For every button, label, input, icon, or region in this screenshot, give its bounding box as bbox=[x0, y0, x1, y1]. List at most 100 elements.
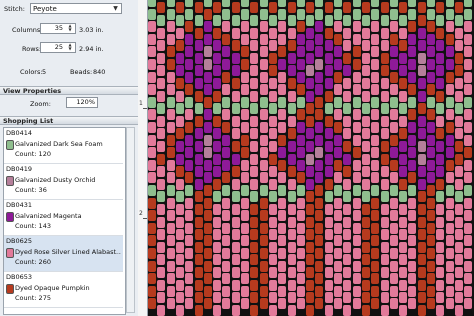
bead[interactable] bbox=[334, 197, 343, 209]
bead[interactable] bbox=[306, 27, 315, 39]
bead[interactable] bbox=[213, 52, 222, 64]
bead[interactable] bbox=[445, 298, 454, 310]
bead[interactable] bbox=[166, 134, 175, 146]
bead[interactable] bbox=[324, 266, 333, 278]
bead[interactable] bbox=[306, 40, 315, 52]
bead[interactable] bbox=[296, 71, 305, 83]
bead[interactable] bbox=[464, 33, 473, 45]
bead[interactable] bbox=[185, 260, 194, 272]
bead[interactable] bbox=[166, 46, 175, 58]
bead[interactable] bbox=[250, 216, 259, 228]
bead[interactable] bbox=[287, 166, 296, 178]
bead[interactable] bbox=[389, 134, 398, 146]
bead[interactable] bbox=[213, 216, 222, 228]
bead[interactable] bbox=[148, 122, 157, 134]
bead[interactable] bbox=[417, 2, 426, 14]
bead[interactable] bbox=[194, 191, 203, 203]
bead[interactable] bbox=[389, 185, 398, 197]
bead[interactable] bbox=[361, 203, 370, 215]
bead[interactable] bbox=[343, 27, 352, 39]
bead[interactable] bbox=[417, 178, 426, 190]
bead[interactable] bbox=[203, 71, 212, 83]
bead[interactable] bbox=[361, 103, 370, 115]
bead[interactable] bbox=[408, 235, 417, 247]
bead[interactable] bbox=[380, 241, 389, 253]
bead[interactable] bbox=[213, 65, 222, 77]
bead[interactable] bbox=[389, 147, 398, 159]
bead[interactable] bbox=[371, 59, 380, 71]
bead[interactable] bbox=[222, 0, 231, 8]
bead[interactable] bbox=[399, 241, 408, 253]
bead[interactable] bbox=[287, 191, 296, 203]
bead[interactable] bbox=[175, 65, 184, 77]
bead[interactable] bbox=[259, 197, 268, 209]
bead[interactable] bbox=[408, 210, 417, 222]
bead[interactable] bbox=[166, 222, 175, 234]
bead[interactable] bbox=[352, 248, 361, 260]
bead[interactable] bbox=[222, 21, 231, 33]
bead[interactable] bbox=[148, 84, 157, 96]
bead[interactable] bbox=[306, 103, 315, 115]
bead[interactable] bbox=[408, 46, 417, 58]
shopping-list-item[interactable]: DB0625 Dyed Rose Silver Lined Alabast... C… bbox=[4, 236, 123, 272]
bead[interactable] bbox=[278, 172, 287, 184]
bead[interactable] bbox=[241, 33, 250, 45]
bead[interactable] bbox=[231, 166, 240, 178]
bead[interactable] bbox=[203, 8, 212, 20]
bead[interactable] bbox=[296, 33, 305, 45]
bead[interactable] bbox=[408, 109, 417, 121]
bead[interactable] bbox=[250, 254, 259, 266]
bead[interactable] bbox=[389, 222, 398, 234]
bead[interactable] bbox=[194, 40, 203, 52]
bead[interactable] bbox=[175, 216, 184, 228]
bead[interactable] bbox=[166, 197, 175, 209]
bead[interactable] bbox=[231, 216, 240, 228]
bead[interactable] bbox=[287, 203, 296, 215]
bead[interactable] bbox=[334, 0, 343, 8]
bead[interactable] bbox=[250, 203, 259, 215]
bead[interactable] bbox=[343, 241, 352, 253]
bead[interactable] bbox=[324, 203, 333, 215]
bead[interactable] bbox=[278, 33, 287, 45]
bead[interactable] bbox=[408, 248, 417, 260]
bead[interactable] bbox=[185, 210, 194, 222]
bead[interactable] bbox=[306, 279, 315, 291]
bead[interactable] bbox=[399, 203, 408, 215]
bead[interactable] bbox=[464, 134, 473, 146]
bead[interactable] bbox=[399, 166, 408, 178]
bead[interactable] bbox=[166, 235, 175, 247]
bead[interactable] bbox=[157, 229, 166, 241]
bead[interactable] bbox=[287, 229, 296, 241]
bead[interactable] bbox=[399, 40, 408, 52]
bead[interactable] bbox=[194, 241, 203, 253]
bead[interactable] bbox=[399, 140, 408, 152]
bead[interactable] bbox=[157, 27, 166, 39]
bead[interactable] bbox=[315, 33, 324, 45]
bead[interactable] bbox=[157, 103, 166, 115]
bead[interactable] bbox=[389, 159, 398, 171]
bead[interactable] bbox=[185, 71, 194, 83]
bead[interactable] bbox=[361, 115, 370, 127]
bead[interactable] bbox=[334, 147, 343, 159]
bead[interactable] bbox=[194, 90, 203, 102]
bead[interactable] bbox=[436, 14, 445, 26]
bead[interactable] bbox=[268, 2, 277, 14]
bead[interactable] bbox=[380, 14, 389, 26]
bead[interactable] bbox=[371, 21, 380, 33]
bead[interactable] bbox=[343, 2, 352, 14]
bead[interactable] bbox=[241, 210, 250, 222]
bead[interactable] bbox=[213, 153, 222, 165]
bead[interactable] bbox=[399, 103, 408, 115]
bead[interactable] bbox=[185, 147, 194, 159]
bead[interactable] bbox=[334, 222, 343, 234]
bead[interactable] bbox=[361, 266, 370, 278]
bead[interactable] bbox=[250, 40, 259, 52]
bead[interactable] bbox=[343, 166, 352, 178]
bead[interactable] bbox=[352, 197, 361, 209]
bead[interactable] bbox=[399, 153, 408, 165]
bead[interactable] bbox=[148, 298, 157, 310]
bead[interactable] bbox=[361, 65, 370, 77]
bead[interactable] bbox=[315, 235, 324, 247]
bead[interactable] bbox=[241, 235, 250, 247]
bead[interactable] bbox=[445, 109, 454, 121]
